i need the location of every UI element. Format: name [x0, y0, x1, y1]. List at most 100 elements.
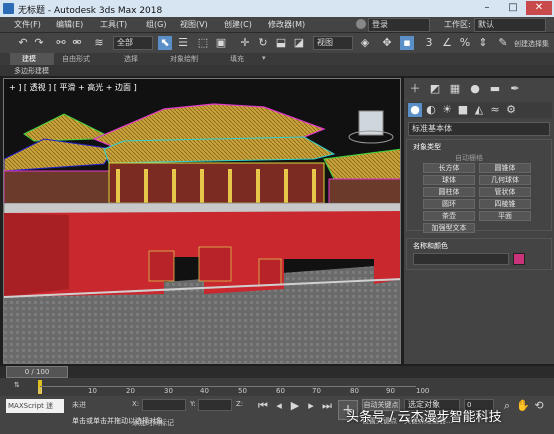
edit-named-selection-icon[interactable]: ✎ [496, 36, 510, 50]
object-color-swatch[interactable] [513, 253, 525, 265]
object-type-title[interactable]: 对象类型 [413, 142, 441, 152]
tube-button[interactable]: 管状体 [479, 187, 531, 197]
autogrid-checkbox[interactable]: 自动栅格 [455, 153, 483, 163]
go-to-start-icon[interactable]: ⏮ [256, 399, 270, 413]
rectangular-selection-icon[interactable]: ⬚ [196, 36, 210, 50]
orbit-icon[interactable]: ⟲ [532, 399, 546, 413]
select-object-icon[interactable]: ⬉ [158, 36, 172, 50]
ribbon: 建模 自由形式 选择 对象绘制 填充 ▾ [0, 53, 554, 65]
time-slider[interactable]: 0 / 100 [0, 366, 554, 378]
cylinder-button[interactable]: 圆柱体 [423, 187, 475, 197]
named-selection-set-field[interactable]: 创建选择集 [514, 39, 549, 49]
track-bar-toggle-icon[interactable]: ⇅ [14, 381, 20, 389]
window-crossing-icon[interactable]: ▣ [214, 36, 228, 50]
placement-icon[interactable]: ◪ [292, 36, 306, 50]
add-time-tag[interactable]: 添加时间标记 [132, 418, 174, 428]
display-panel-icon[interactable]: ▬ [488, 82, 502, 96]
lights-icon[interactable]: ☀ [440, 103, 454, 117]
motion-panel-icon[interactable]: ● [468, 82, 482, 96]
snaps-toggle-icon[interactable]: 3 [422, 36, 436, 50]
create-panel-icon[interactable]: ＋ [408, 82, 422, 96]
next-frame-icon[interactable]: ▸ [304, 399, 318, 413]
ribbon-panel-label: 多边形建模 [14, 67, 49, 75]
link-icon[interactable]: ⚯ [54, 36, 68, 50]
select-rotate-icon[interactable]: ↻ [256, 36, 270, 50]
menu-modifiers[interactable]: 修改器(M) [268, 19, 305, 30]
menu-edit[interactable]: 编辑(E) [56, 19, 83, 30]
select-by-name-icon[interactable]: ☰ [176, 36, 190, 50]
shapes-icon[interactable]: ◐ [424, 103, 438, 117]
track-bar[interactable]: ⇅ 0 10 20 30 40 50 60 70 80 90 100 [0, 378, 554, 396]
reference-coordinate-dropdown[interactable]: 视图 [313, 36, 353, 50]
previous-frame-icon[interactable]: ◂ [272, 399, 286, 413]
ribbon-options-icon[interactable]: ▾ [262, 54, 266, 62]
plane-button[interactable]: 平面 [479, 211, 531, 221]
unlink-icon[interactable]: ⚮ [70, 36, 84, 50]
object-name-input[interactable] [413, 253, 509, 265]
box-button[interactable]: 长方体 [423, 163, 475, 173]
selection-filter-dropdown[interactable]: 全部 [113, 36, 153, 50]
workspace-dropdown[interactable]: 默认 [474, 18, 546, 32]
torus-button[interactable]: 圆环 [423, 199, 475, 209]
redo-icon[interactable]: ↷ [32, 36, 46, 50]
geometry-icon[interactable]: ● [408, 103, 422, 117]
menu-file[interactable]: 文件(F) [14, 19, 41, 30]
window-title: 无标题 - Autodesk 3ds Max 2018 [18, 6, 163, 16]
select-scale-icon[interactable]: ⬓ [274, 36, 288, 50]
geosphere-button[interactable]: 几何球体 [479, 175, 531, 185]
spacewarps-icon[interactable]: ≈ [488, 103, 502, 117]
close-button[interactable]: ✕ [526, 1, 552, 15]
tick-100: 100 [416, 387, 430, 395]
tick-60: 60 [276, 387, 285, 395]
time-slider-handle[interactable]: 0 / 100 [6, 366, 68, 378]
menu-views[interactable]: 视图(V) [180, 19, 208, 30]
systems-icon[interactable]: ⚙ [504, 103, 518, 117]
tick-90: 90 [386, 387, 395, 395]
tick-10: 10 [88, 387, 97, 395]
pyramid-button[interactable]: 四棱锥 [479, 199, 531, 209]
cameras-icon[interactable]: ■ [456, 103, 470, 117]
ribbon-tab-populate[interactable]: 填充 [230, 54, 244, 64]
maximize-button[interactable]: □ [500, 1, 526, 15]
go-to-end-icon[interactable]: ⏭ [320, 399, 334, 413]
cone-button[interactable]: 圆锥体 [479, 163, 531, 173]
selection-count-text: 未进 [72, 401, 86, 409]
ribbon-tab-selection[interactable]: 选择 [124, 54, 138, 64]
ribbon-tab-object-paint[interactable]: 对象绘制 [170, 54, 198, 64]
keyboard-shortcut-override-icon[interactable]: ▪ [400, 36, 414, 50]
play-icon[interactable]: ▶ [288, 399, 302, 413]
pivot-center-icon[interactable]: ◈ [358, 36, 372, 50]
zoom-icon[interactable]: ⌕ [500, 399, 514, 413]
selection-filter-value: 全部 [117, 38, 133, 47]
y-coordinate-field[interactable] [198, 399, 232, 411]
menu-group[interactable]: 组(G) [146, 19, 166, 30]
x-coordinate-field[interactable] [142, 399, 186, 411]
menu-tools[interactable]: 工具(T) [100, 19, 127, 30]
hierarchy-panel-icon[interactable]: ▦ [448, 82, 462, 96]
angle-snap-icon[interactable]: ∠ [440, 36, 454, 50]
menu-create[interactable]: 创建(C) [224, 19, 252, 30]
undo-icon[interactable]: ↶ [16, 36, 30, 50]
spinner-snap-icon[interactable]: ⇕ [476, 36, 490, 50]
bind-spacewarp-icon[interactable]: ≋ [92, 36, 106, 50]
sphere-button[interactable]: 球体 [423, 175, 475, 185]
modify-panel-icon[interactable]: ◩ [428, 82, 442, 96]
maxscript-listener[interactable]: MAXScript 迷 [6, 399, 64, 413]
signin-dropdown[interactable]: 登录 [368, 18, 430, 32]
object-type-rollout: 对象类型 自动栅格 长方体 圆锥体 球体 几何球体 圆柱体 管状体 圆环 四棱锥… [406, 139, 552, 233]
viewport-label[interactable]: + ] [ 透视 ] [ 平滑 + 高光 + 边面 ] [9, 82, 137, 93]
pan-icon[interactable]: ✋ [516, 399, 530, 413]
textplus-button[interactable]: 加强型文本 [423, 223, 475, 233]
select-move-icon[interactable]: ✛ [238, 36, 252, 50]
helpers-icon[interactable]: ◭ [472, 103, 486, 117]
minimize-button[interactable]: – [474, 1, 500, 15]
name-color-title[interactable]: 名称和颜色 [413, 241, 448, 251]
category-dropdown[interactable]: 标准基本体 [408, 122, 550, 136]
ribbon-tab-freeform[interactable]: 自由形式 [62, 54, 90, 64]
select-manipulate-icon[interactable]: ✥ [380, 36, 394, 50]
ribbon-tab-modeling[interactable]: 建模 [22, 54, 36, 64]
perspective-viewport[interactable]: + ] [ 透视 ] [ 平滑 + 高光 + 边面 ] [3, 78, 401, 364]
percent-snap-icon[interactable]: % [458, 36, 472, 50]
teapot-button[interactable]: 茶壶 [423, 211, 475, 221]
utilities-panel-icon[interactable]: ✒ [508, 82, 522, 96]
